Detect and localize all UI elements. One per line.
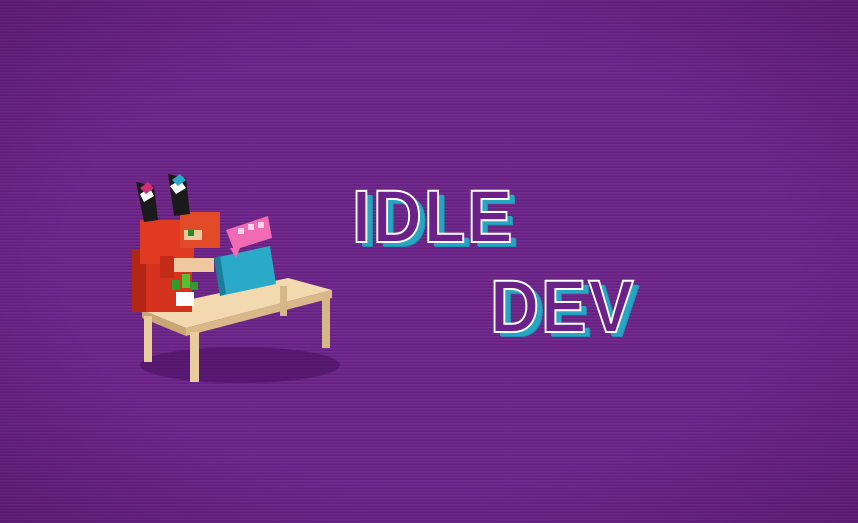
game-title-line-1: IDLE: [351, 175, 515, 258]
game-title-line-2: DEV: [489, 265, 636, 348]
dev-mascot-icon: [132, 174, 340, 383]
title-screen: IDLE DEV: [0, 0, 858, 523]
